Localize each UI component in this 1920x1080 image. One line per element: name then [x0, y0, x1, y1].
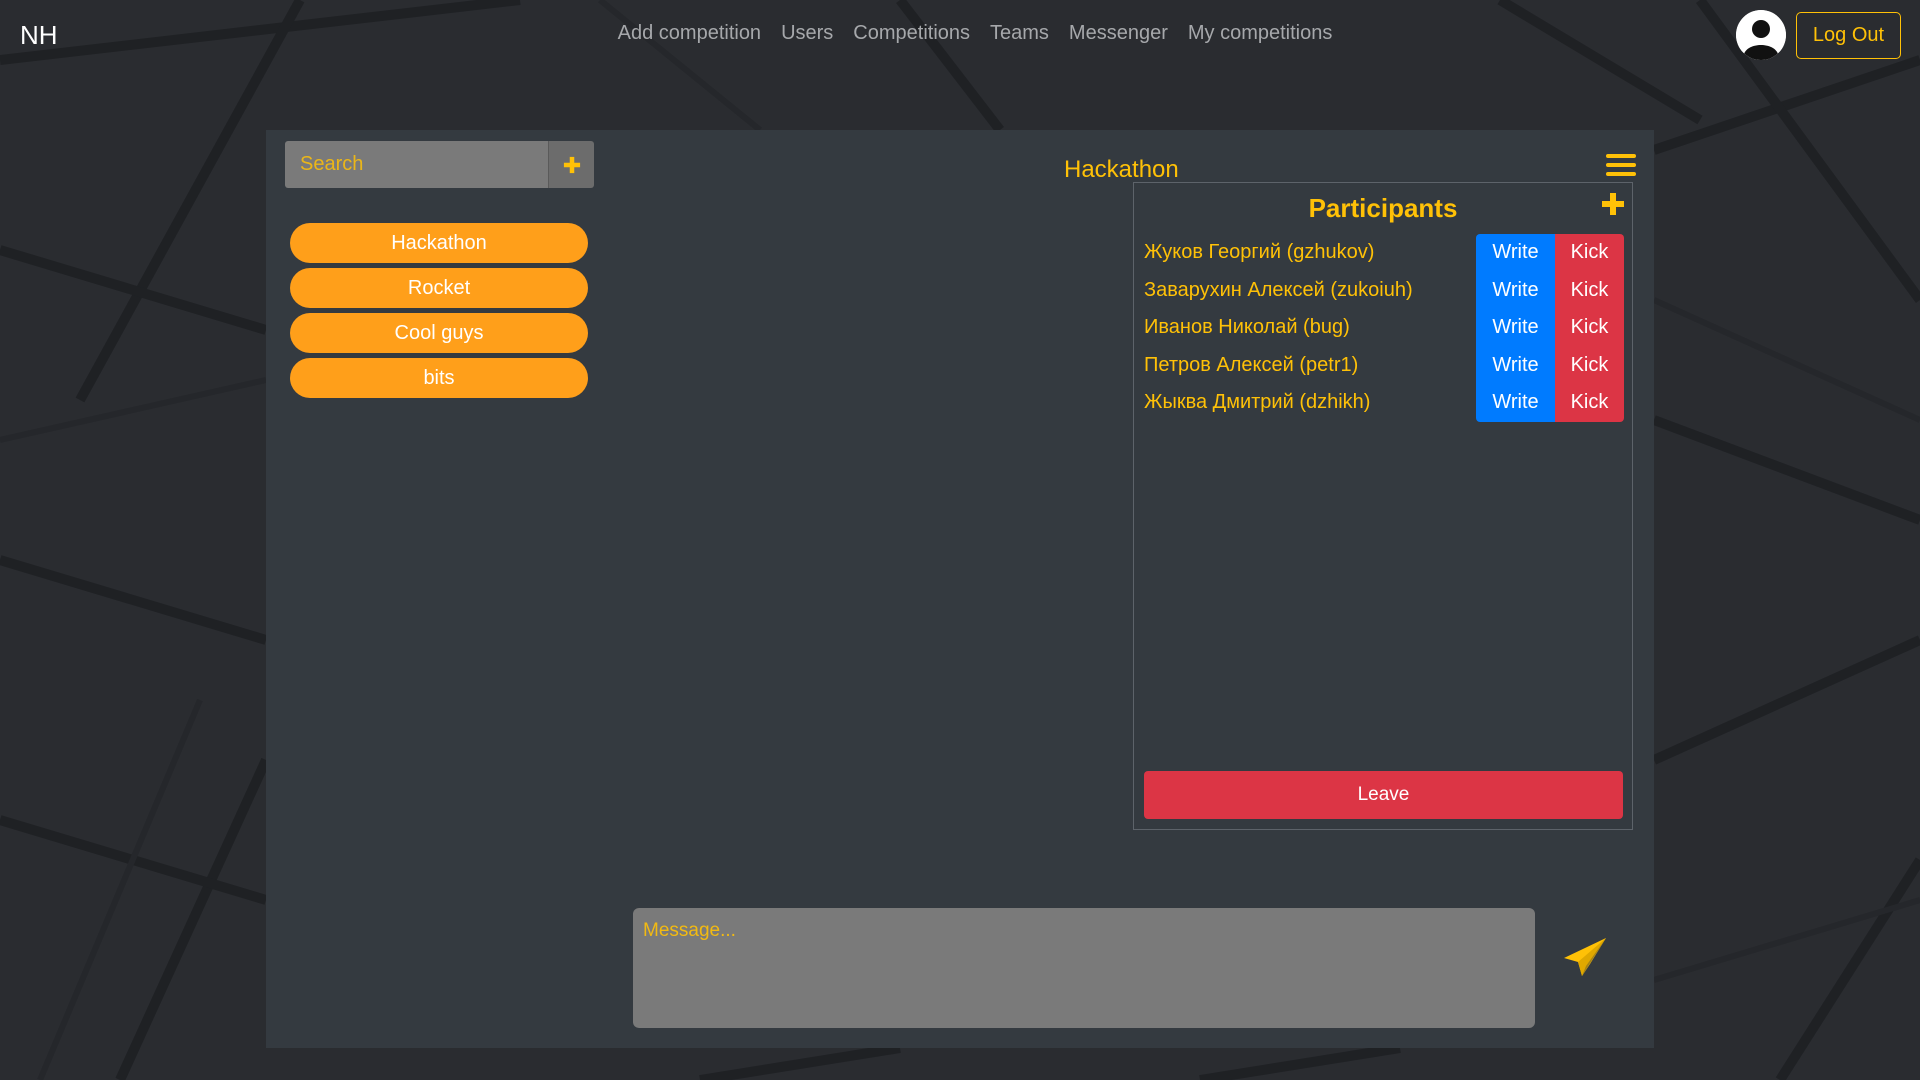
kick-button[interactable]: Kick — [1555, 234, 1624, 272]
paper-plane-icon — [1564, 938, 1606, 976]
user-avatar-icon[interactable] — [1736, 10, 1786, 60]
write-button[interactable]: Write — [1476, 309, 1555, 347]
nav-users[interactable]: Users — [771, 22, 843, 45]
participant-row: Иванов Николай (bug) Write Kick — [1144, 309, 1624, 347]
participants-heading: Participants — [1308, 193, 1458, 223]
participant-name[interactable]: Иванов Николай (bug) — [1144, 316, 1476, 339]
participants-list: Жуков Георгий (gzhukov) Write Kick Завар… — [1144, 234, 1624, 422]
nav-links: Add competition Users Competitions Teams… — [0, 22, 1920, 45]
chat-search-input[interactable] — [285, 141, 548, 188]
chat-item-rocket[interactable]: Rocket — [290, 268, 588, 308]
participant-name[interactable]: Жуков Георгий (gzhukov) — [1144, 241, 1476, 264]
chat-search-group — [285, 141, 594, 188]
kick-button[interactable]: Kick — [1555, 384, 1624, 422]
messenger-panel: Hackathon Rocket Cool guys bits Hackatho… — [266, 130, 1654, 1048]
logout-button[interactable]: Log Out — [1796, 12, 1901, 59]
top-navbar: NH Add competition Users Competitions Te… — [0, 0, 1920, 72]
leave-button[interactable]: Leave — [1144, 771, 1623, 819]
kick-button[interactable]: Kick — [1555, 271, 1624, 309]
participant-row: Заварухин Алексей (zukoiuh) Write Kick — [1144, 271, 1624, 309]
nav-messenger[interactable]: Messenger — [1059, 22, 1178, 45]
nav-add-competition[interactable]: Add competition — [608, 22, 771, 45]
participant-name[interactable]: Заварухин Алексей (zukoiuh) — [1144, 279, 1476, 302]
chat-item-bits[interactable]: bits — [290, 358, 588, 398]
message-input[interactable] — [633, 908, 1535, 1028]
chat-title: Hackathon — [1064, 156, 1179, 183]
hamburger-icon[interactable] — [1606, 154, 1636, 180]
plus-icon — [1602, 193, 1624, 215]
write-button[interactable]: Write — [1476, 384, 1555, 422]
plus-icon — [563, 156, 580, 173]
participants-panel: Participants Жуков Георгий (gzhukov) Wri… — [1133, 182, 1633, 830]
participant-row: Жыква Дмитрий (dzhikh) Write Kick — [1144, 384, 1624, 422]
chat-item-cool-guys[interactable]: Cool guys — [290, 313, 588, 353]
add-participant-button[interactable] — [1602, 193, 1624, 215]
chat-list: Hackathon Rocket Cool guys bits — [290, 223, 588, 403]
kick-button[interactable]: Kick — [1555, 346, 1624, 384]
send-button[interactable] — [1560, 932, 1608, 980]
nav-teams[interactable]: Teams — [980, 22, 1059, 45]
add-chat-button[interactable] — [548, 141, 594, 188]
nav-my-competitions[interactable]: My competitions — [1178, 22, 1343, 45]
participant-name[interactable]: Петров Алексей (petr1) — [1144, 354, 1476, 377]
kick-button[interactable]: Kick — [1555, 309, 1624, 347]
write-button[interactable]: Write — [1476, 271, 1555, 309]
nav-competitions[interactable]: Competitions — [843, 22, 980, 45]
participant-name[interactable]: Жыква Дмитрий (dzhikh) — [1144, 391, 1476, 414]
write-button[interactable]: Write — [1476, 234, 1555, 272]
chat-item-hackathon[interactable]: Hackathon — [290, 223, 588, 263]
write-button[interactable]: Write — [1476, 346, 1555, 384]
participant-row: Петров Алексей (petr1) Write Kick — [1144, 346, 1624, 384]
participant-row: Жуков Георгий (gzhukov) Write Kick — [1144, 234, 1624, 272]
